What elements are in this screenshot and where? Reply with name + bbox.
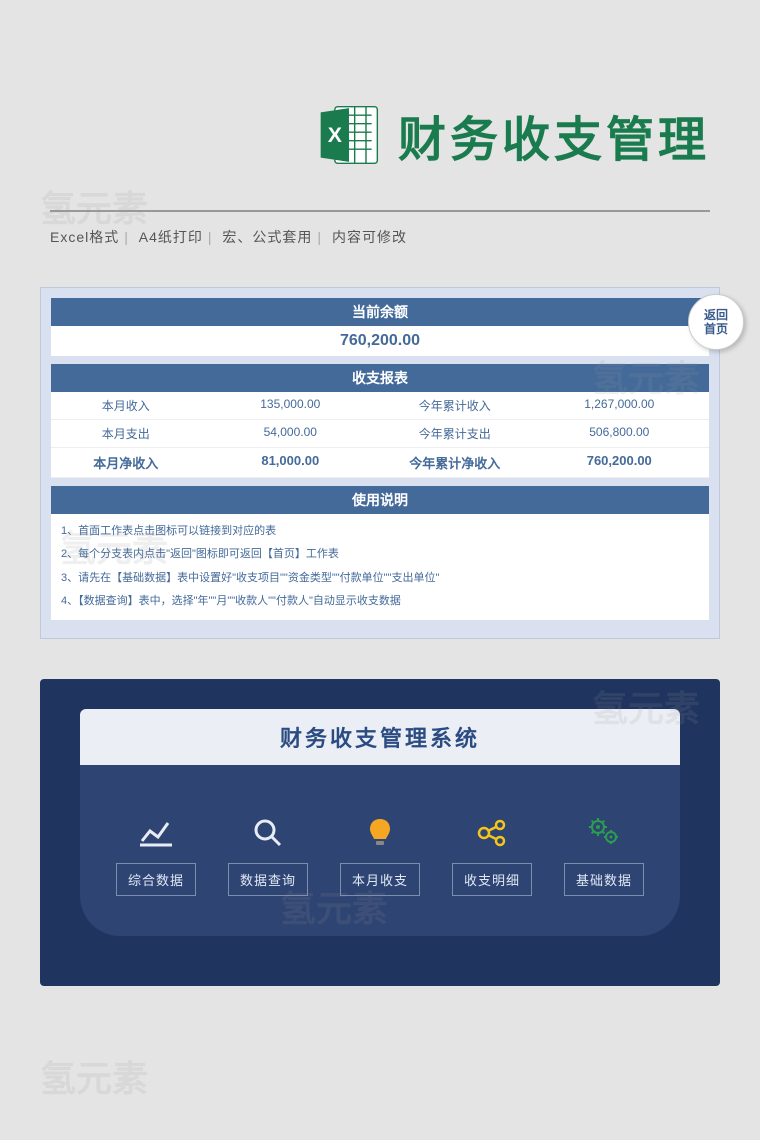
table-cell: 本月净收入 bbox=[51, 448, 201, 478]
table-cell: 135,000.00 bbox=[201, 392, 380, 420]
bulb-icon bbox=[362, 815, 398, 851]
balance-title: 当前余额 bbox=[51, 298, 709, 326]
report-section: 收支报表 本月收入 135,000.00 今年累计收入 1,267,000.00… bbox=[51, 364, 709, 478]
report-card: 返回 首页 当前余额 760,200.00 收支报表 本月收入 135,000.… bbox=[40, 287, 720, 639]
nav-label: 数据查询 bbox=[228, 863, 308, 896]
nav-label: 基础数据 bbox=[564, 863, 644, 896]
balance-section: 当前余额 760,200.00 bbox=[51, 298, 709, 356]
nav-panel: 综合数据 数据查询 本月收支 收支明细 bbox=[80, 765, 680, 936]
chart-icon bbox=[138, 815, 174, 851]
nav-card: 财务收支管理系统 综合数据 数据查询 本月收支 收支明细 bbox=[40, 679, 720, 986]
report-table: 本月收入 135,000.00 今年累计收入 1,267,000.00 本月支出… bbox=[51, 392, 709, 478]
nav-label: 本月收支 bbox=[340, 863, 420, 896]
nav-item-query[interactable]: 数据查询 bbox=[228, 815, 308, 896]
connect-icon bbox=[474, 815, 510, 851]
page-title: 财务收支管理 bbox=[398, 100, 710, 170]
instructions-section: 使用说明 1、首面工作表点击图标可以链接到对应的表 2、每个分支表内点击"返回"… bbox=[51, 486, 709, 620]
table-cell: 506,800.00 bbox=[530, 420, 709, 448]
nav-label: 综合数据 bbox=[116, 863, 196, 896]
search-icon bbox=[250, 815, 286, 851]
gear-icon bbox=[586, 815, 622, 851]
instruction-item: 4、【数据查询】表中，选择"年""月""收款人""付款人"自动显示收支数据 bbox=[59, 590, 701, 613]
instructions-title: 使用说明 bbox=[51, 486, 709, 514]
feature-list: Excel格式| A4纸打印| 宏、公式套用| 内容可修改 bbox=[0, 227, 760, 267]
instruction-item: 1、首面工作表点击图标可以链接到对应的表 bbox=[59, 520, 701, 543]
nav-item-overview[interactable]: 综合数据 bbox=[116, 815, 196, 896]
table-cell: 今年累计收入 bbox=[380, 392, 530, 420]
table-cell: 1,267,000.00 bbox=[530, 392, 709, 420]
nav-title: 财务收支管理系统 bbox=[80, 709, 680, 765]
instruction-item: 3、请先在【基础数据】表中设置好"收支项目""资金类型""付款单位""支出单位" bbox=[59, 567, 701, 590]
table-cell: 今年累计净收入 bbox=[380, 448, 530, 478]
table-cell: 54,000.00 bbox=[201, 420, 380, 448]
table-cell: 本月支出 bbox=[51, 420, 201, 448]
home-button[interactable]: 返回 首页 bbox=[688, 294, 744, 350]
svg-text:X: X bbox=[328, 123, 342, 147]
table-cell: 今年累计支出 bbox=[380, 420, 530, 448]
divider bbox=[50, 210, 710, 212]
nav-item-basedata[interactable]: 基础数据 bbox=[564, 815, 644, 896]
nav-label: 收支明细 bbox=[452, 863, 532, 896]
nav-item-monthly[interactable]: 本月收支 bbox=[340, 815, 420, 896]
header: X 财务收支管理 bbox=[0, 0, 760, 200]
instruction-item: 2、每个分支表内点击"返回"图标即可返回【首页】工作表 bbox=[59, 543, 701, 566]
table-cell: 760,200.00 bbox=[530, 448, 709, 478]
report-title: 收支报表 bbox=[51, 364, 709, 392]
balance-value: 760,200.00 bbox=[51, 326, 709, 356]
watermark: 氢元素 bbox=[40, 1050, 148, 1102]
excel-icon: X bbox=[315, 101, 383, 169]
nav-item-detail[interactable]: 收支明细 bbox=[452, 815, 532, 896]
table-cell: 81,000.00 bbox=[201, 448, 380, 478]
table-cell: 本月收入 bbox=[51, 392, 201, 420]
